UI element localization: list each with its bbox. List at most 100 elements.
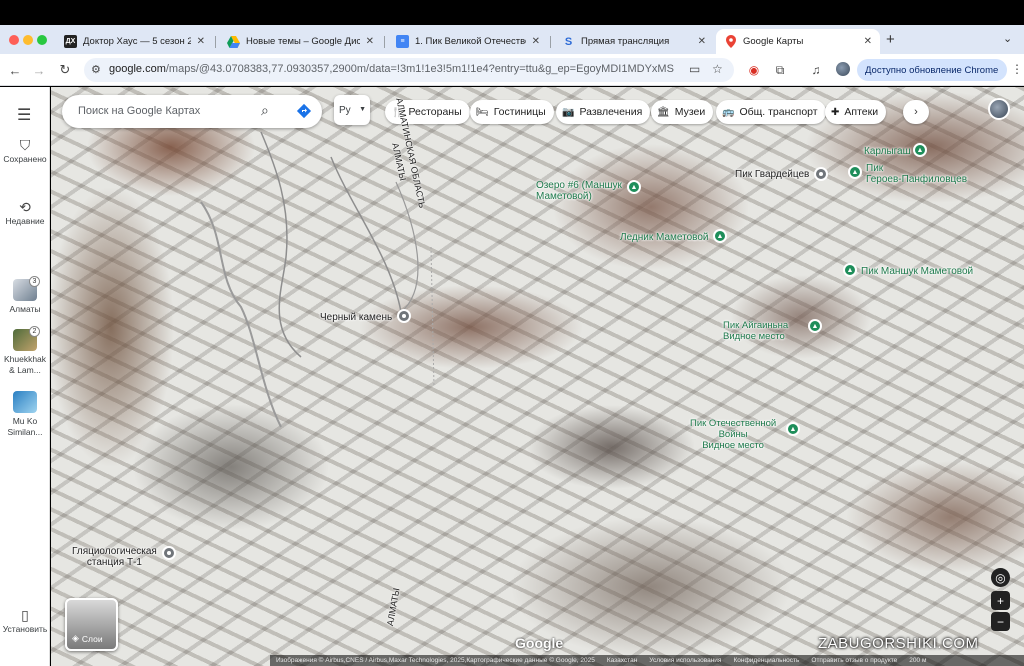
footer-country[interactable]: Казахстан: [607, 657, 637, 664]
profile-avatar[interactable]: [836, 62, 850, 76]
place-label-lednik[interactable]: Ледник Маметовой: [620, 232, 709, 243]
peak-pin-icon[interactable]: ▲: [808, 319, 822, 333]
footer-terms-link[interactable]: Условия использования: [649, 657, 721, 664]
new-tab-button[interactable]: +: [886, 31, 895, 48]
chip-label: Аптеки: [844, 106, 879, 118]
browser-window: ДХ Доктор Хаус — 5 сезон 21 се ✕ Новые т…: [0, 0, 1024, 666]
place-label-glyatsio[interactable]: Гляциологическая станция Т-1: [72, 546, 157, 568]
footer-feedback-link[interactable]: Отправить отзыв о продукте: [811, 657, 897, 664]
map-footer: Изображения © Airbus,CNES / Airbus,Maxar…: [270, 655, 1024, 666]
docs-icon: ≡: [396, 35, 409, 48]
peak-pin-icon[interactable]: [814, 167, 828, 181]
place-label-pik-geroev[interactable]: Пик Героев-Панфиловцев: [866, 163, 967, 185]
close-tab-icon[interactable]: ✕: [864, 36, 872, 47]
chips-next-chevron-icon[interactable]: ›: [903, 100, 929, 124]
media-controls-icon[interactable]: ♫: [808, 62, 824, 78]
place-label-karlygash[interactable]: Карлыгаш: [864, 146, 911, 157]
record-icon[interactable]: ◉: [746, 62, 762, 78]
scale-label[interactable]: 200 м: [909, 657, 926, 664]
watermark-text: ZABUGORSHIKI.COM: [818, 635, 979, 652]
site-info-icon[interactable]: ⚙: [91, 63, 101, 76]
place-label-pik-kaineta[interactable]: Пик Айгаиньна Видное место: [723, 320, 788, 342]
account-avatar[interactable]: [988, 98, 1010, 120]
tab-google-maps[interactable]: Google Карты ✕: [716, 29, 880, 54]
place-label-pik-manshuk[interactable]: Пик Маншук Маметовой: [861, 266, 973, 277]
rail-item-mu-ko[interactable]: Mu Ko Similan...: [0, 391, 50, 438]
maps-search-box[interactable]: Поиск на Google Картах ⌕: [62, 95, 322, 128]
forward-arrow-icon[interactable]: →: [29, 60, 49, 80]
tab-search-chevron-icon[interactable]: ⌄: [1003, 32, 1012, 45]
station-pin-icon[interactable]: [162, 546, 176, 560]
footer-privacy-link[interactable]: Конфиденциальность: [733, 657, 799, 664]
rail-item-khuekkhak[interactable]: 2 Khuekkhak & Lam...: [0, 326, 50, 376]
close-tab-icon[interactable]: ✕: [197, 36, 205, 47]
rail-install[interactable]: ▯ Установить: [0, 607, 50, 635]
place-label-pik-otechestvennoi[interactable]: Пик Отечественной Войны Видное место: [690, 418, 776, 451]
chip-hotels[interactable]: 🛏 Гостиницы: [470, 100, 554, 124]
tab-pik-doc[interactable]: ≡ 1. Пик Великой Отечествен ✕: [388, 29, 548, 54]
chip-pharmacies[interactable]: ✚ Аптеки: [825, 100, 887, 124]
cast-icon[interactable]: ▭: [689, 62, 700, 76]
my-location-icon[interactable]: ◎: [991, 568, 1010, 587]
language-label: Ру: [339, 104, 351, 116]
address-bar[interactable]: ⚙ google.com/maps/@43.0708383,77.0930357…: [84, 58, 734, 82]
maps-side-rail: ☰ ⛉ Сохранено ⟲ Недавние 3 Алматы 2 Khue…: [0, 87, 50, 666]
lake-pin-icon[interactable]: ▲: [627, 180, 641, 194]
menu-hamburger-icon[interactable]: ☰: [17, 105, 31, 125]
hotel-icon: 🛏: [476, 106, 489, 118]
search-icon[interactable]: ⌕: [261, 102, 269, 119]
peak-pin-icon[interactable]: ▲: [843, 263, 857, 277]
place-thumbnail: 3: [13, 276, 40, 301]
stream-icon: S: [564, 35, 573, 48]
tab-title: Доктор Хаус — 5 сезон 21 се: [83, 36, 191, 47]
peak-pin-icon[interactable]: ▲: [913, 143, 927, 157]
dropdown-caret-icon: ▼: [359, 106, 366, 113]
chip-label: Рестораны: [408, 106, 462, 118]
close-tab-icon[interactable]: ✕: [532, 36, 540, 47]
peak-pin-icon[interactable]: ▲: [786, 422, 800, 436]
chip-transit[interactable]: 🚌 Общ. транспорт: [716, 100, 826, 124]
rail-recent[interactable]: ⟲ Недавние: [0, 200, 50, 227]
tab-doctor-house[interactable]: ДХ Доктор Хаус — 5 сезон 21 се ✕: [56, 29, 213, 54]
close-tab-icon[interactable]: ✕: [698, 36, 706, 47]
glacier-pin-icon[interactable]: ▲: [713, 229, 727, 243]
close-window-button[interactable]: [9, 35, 19, 45]
zoom-out-button[interactable]: −: [991, 612, 1010, 631]
tab-title: 1. Пик Великой Отечествен: [415, 36, 526, 47]
rail-saved[interactable]: ⛉ Сохранено: [0, 138, 50, 165]
layers-label: Слои: [81, 633, 103, 644]
chip-entertainment[interactable]: 📷 Развлечения: [556, 100, 651, 124]
tab-title: Новые темы – Google Диск: [246, 36, 360, 47]
place-label-chernyi-kamen[interactable]: Черный камень: [320, 312, 392, 323]
chrome-update-button[interactable]: Доступно обновление Chrome: [857, 59, 1007, 81]
search-input[interactable]: Поиск на Google Картах: [78, 105, 200, 117]
close-tab-icon[interactable]: ✕: [366, 36, 374, 47]
extensions-icon[interactable]: ⧉: [772, 62, 788, 78]
layers-button[interactable]: ◈ Слои: [65, 598, 118, 651]
back-arrow-icon[interactable]: ←: [5, 60, 25, 80]
rail-install-label: Установить: [2, 624, 48, 634]
chip-label: Общ. транспорт: [739, 106, 818, 118]
place-label-ozero[interactable]: Озеро #6 (Маншук Маметовой): [536, 180, 622, 202]
more-menu-icon[interactable]: ⋮: [1011, 62, 1023, 76]
camera-icon: 📷: [562, 106, 575, 118]
zoom-in-button[interactable]: +: [991, 591, 1010, 610]
maximize-window-button[interactable]: [37, 35, 47, 45]
tab-title: Прямая трансляция: [581, 36, 670, 47]
bookmark-star-icon[interactable]: ☆: [712, 62, 723, 76]
peak-pin-icon[interactable]: ▲: [848, 165, 862, 179]
tab-live-stream[interactable]: S Прямая трансляция ✕: [554, 29, 714, 54]
chip-label: Музеи: [674, 106, 706, 118]
reload-icon[interactable]: ↻: [55, 60, 75, 80]
language-selector[interactable]: Ру ▼: [334, 95, 370, 125]
directions-icon[interactable]: [295, 102, 313, 120]
phone-icon: ▯: [21, 607, 29, 623]
place-thumbnail: 2: [13, 326, 40, 351]
minimize-window-button[interactable]: [23, 35, 33, 45]
rail-item-almaty[interactable]: 3 Алматы: [0, 276, 50, 315]
place-label-pik-gvardeitsev[interactable]: Пик Гвардейцев: [735, 169, 809, 180]
tab-google-drive[interactable]: Новые темы – Google Диск ✕: [219, 29, 382, 54]
pharmacy-icon: ✚: [831, 106, 840, 118]
peak-pin-icon[interactable]: [397, 309, 411, 323]
chip-museums[interactable]: 🏛 Музеи: [651, 100, 714, 124]
